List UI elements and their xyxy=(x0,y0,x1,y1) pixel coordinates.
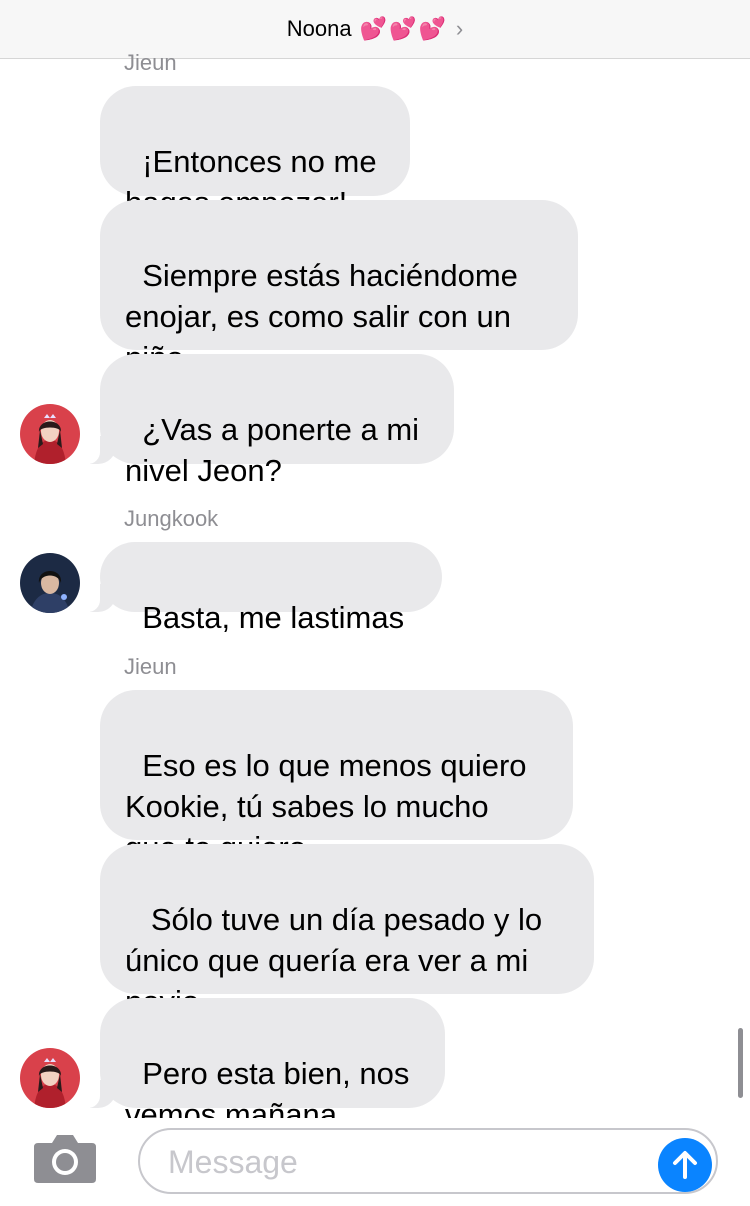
sender-name: Jungkook xyxy=(124,506,219,531)
message-text: ¿Vas a ponerte a mi nivel Jeon? xyxy=(125,412,420,488)
message-bubble[interactable]: Basta, me lastimas xyxy=(80,542,442,635)
contact-name: Noona xyxy=(286,16,352,41)
jieun-avatar[interactable] xyxy=(20,1048,80,1108)
message-bubble[interactable]: Eso es lo que menos quiero Kookie, tú sa… xyxy=(100,690,573,865)
message-bubble[interactable]: Pero esta bien, nos vemos mañana xyxy=(80,998,445,1132)
send-button[interactable] xyxy=(658,1138,712,1192)
jungkook-avatar[interactable] xyxy=(20,553,80,613)
conversation-header[interactable]: Noona 💕 💕 💕 › xyxy=(0,0,750,59)
message-bubble[interactable]: ¡Entonces no me hagas empezar! xyxy=(100,86,410,220)
message-bubble[interactable]: ¿Vas a ponerte a mi nivel Jeon? xyxy=(80,354,454,488)
scrollbar[interactable] xyxy=(738,1028,743,1098)
two-hearts-icon: 💕 xyxy=(418,16,446,41)
message-bubble[interactable]: Sólo tuve un día pesado y lo único que q… xyxy=(100,844,594,1019)
two-hearts-icon: 💕 xyxy=(359,16,388,41)
message-field[interactable] xyxy=(138,1128,718,1194)
message-bubble[interactable]: Siempre estás haciéndome enojar, es como… xyxy=(100,200,578,375)
jieun-avatar[interactable] xyxy=(20,404,80,464)
send-arrow-up-icon xyxy=(673,1151,697,1179)
message-input[interactable] xyxy=(166,1130,650,1194)
sender-name: Jieun xyxy=(124,654,177,679)
sender-name: Jieun xyxy=(124,50,177,75)
message-composer xyxy=(0,1118,750,1206)
camera-icon[interactable] xyxy=(32,1133,98,1185)
message-text: Basta, me lastimas xyxy=(142,600,405,635)
hearts-emoji-group: 💕 💕 💕 xyxy=(360,18,446,40)
contact-title[interactable]: Noona 💕 💕 💕 › xyxy=(287,16,463,42)
two-hearts-icon: 💕 xyxy=(389,16,417,41)
chevron-right-icon[interactable]: › xyxy=(456,16,463,42)
